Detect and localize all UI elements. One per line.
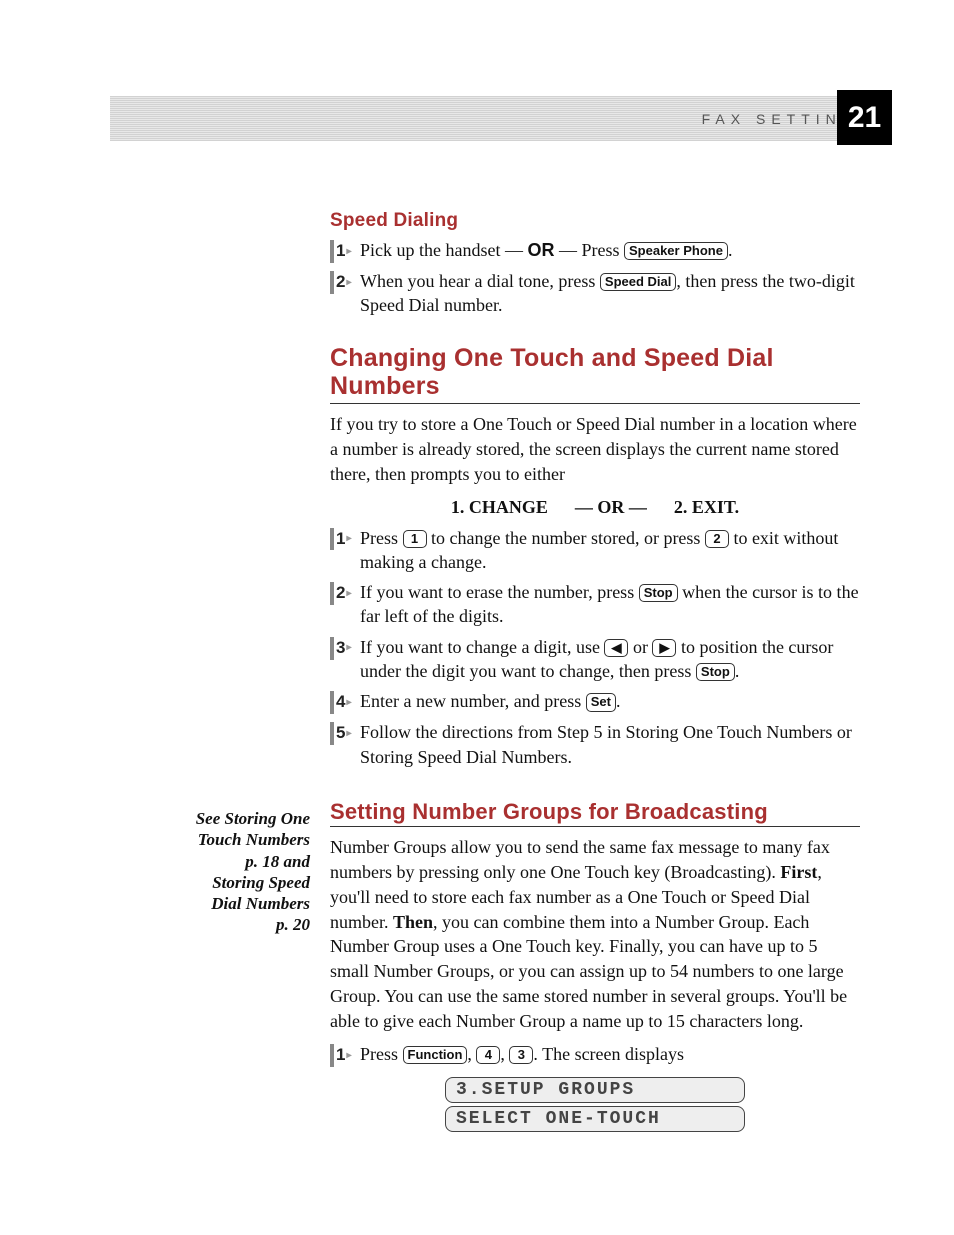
text: Follow the directions from Step 5 in Sto… <box>360 720 860 769</box>
s3-step-1: 1 Press Function, 4, 3. The screen displ… <box>330 1042 860 1067</box>
left-arrow-key: ◀ <box>604 639 628 657</box>
text: If you want to change a digit, use <box>360 637 604 657</box>
s1-step-2: 2 When you hear a dial tone, press Speed… <box>330 269 860 318</box>
page-number-box: 21 <box>837 90 892 145</box>
text: — Press <box>554 240 624 260</box>
page-number: 21 <box>848 101 881 135</box>
text: to change the number stored, or press <box>427 528 705 548</box>
lcd-line-2: SELECT ONE-TOUCH <box>445 1106 745 1132</box>
key-3: 3 <box>509 1046 533 1064</box>
choice-line: 1. CHANGE — OR — 2. EXIT. <box>330 497 860 518</box>
step-marker: 2 <box>330 582 352 605</box>
lcd-display: 3.SETUP GROUPS SELECT ONE-TOUCH <box>445 1077 745 1132</box>
s2-intro: If you try to store a One Touch or Speed… <box>330 412 860 486</box>
text: , <box>467 1044 476 1064</box>
choice-sep: — OR — <box>575 497 647 517</box>
text: If you want to erase the number, press <box>360 582 639 602</box>
lcd-line-1: 3.SETUP GROUPS <box>445 1077 745 1103</box>
s2-step-5: 5 Follow the directions from Step 5 in S… <box>330 720 860 769</box>
s1-step-1: 1 Pick up the handset — OR — Press Speak… <box>330 238 860 263</box>
text: Pick up the handset — <box>360 240 527 260</box>
first-bold: First <box>780 862 817 882</box>
text: . The screen displays <box>533 1044 684 1064</box>
stop-key: Stop <box>639 584 678 602</box>
step-marker: 1 <box>330 240 352 263</box>
key-1: 1 <box>403 530 427 548</box>
s2-step-4: 4 Enter a new number, and press Set. <box>330 689 860 714</box>
text: . <box>735 661 740 681</box>
s2-step-1: 1 Press 1 to change the number stored, o… <box>330 526 860 575</box>
text: . <box>728 240 733 260</box>
speed-dial-key: Speed Dial <box>600 273 676 291</box>
step-marker: 1 <box>330 1044 352 1067</box>
heading-changing: Changing One Touch and Speed Dial Number… <box>330 344 860 405</box>
step-marker: 4 <box>330 691 352 714</box>
text: or <box>628 637 652 657</box>
choice-exit: 2. EXIT. <box>674 497 739 517</box>
speaker-phone-key: Speaker Phone <box>624 242 728 260</box>
main-content: Speed Dialing 1 Pick up the handset — OR… <box>330 210 860 1135</box>
choice-change: 1. CHANGE <box>451 497 548 517</box>
step-marker: 2 <box>330 271 352 294</box>
key-2: 2 <box>705 530 729 548</box>
text: Press <box>360 1044 403 1064</box>
sidebar-text: See Storing One Touch Numbers p. 18 and … <box>196 809 310 934</box>
text: When you hear a dial tone, press <box>360 271 600 291</box>
header-band: FAX SETTINGS <box>110 96 884 141</box>
text: Press <box>360 528 403 548</box>
key-4: 4 <box>476 1046 500 1064</box>
heading-groups: Setting Number Groups for Broadcasting <box>330 799 860 827</box>
text: Enter a new number, and press <box>360 691 586 711</box>
step-marker: 1 <box>330 528 352 551</box>
stop-key: Stop <box>696 663 735 681</box>
s2-step-2: 2 If you want to erase the number, press… <box>330 580 860 629</box>
function-key: Function <box>403 1046 468 1064</box>
step-marker: 5 <box>330 722 352 745</box>
step-marker: 3 <box>330 637 352 660</box>
text: Number Groups allow you to send the same… <box>330 837 830 882</box>
then-bold: Then <box>393 912 433 932</box>
set-key: Set <box>586 693 616 711</box>
s2-step-3: 3 If you want to change a digit, use ◀ o… <box>330 635 860 684</box>
s3-intro: Number Groups allow you to send the same… <box>330 835 860 1034</box>
or-text: OR <box>527 240 554 260</box>
right-arrow-key: ▶ <box>652 639 676 657</box>
heading-speed-dialing: Speed Dialing <box>330 210 860 232</box>
text: . <box>616 691 621 711</box>
text: , <box>500 1044 509 1064</box>
sidebar-note: See Storing One Touch Numbers p. 18 and … <box>195 808 310 936</box>
